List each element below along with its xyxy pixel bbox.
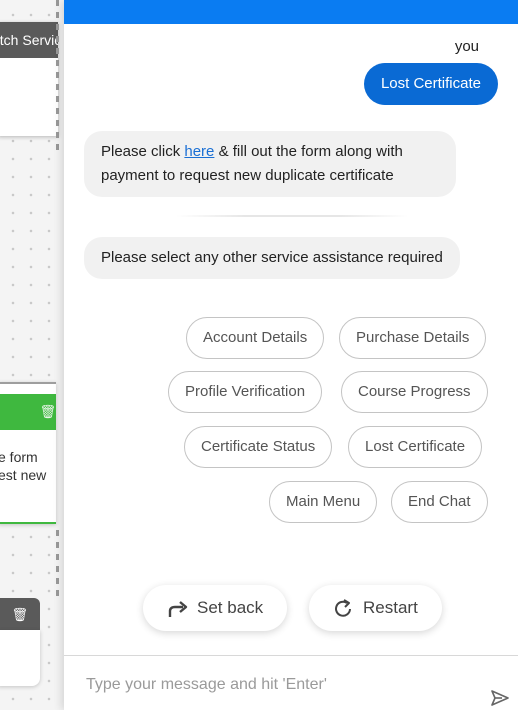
option-main-menu[interactable]: Main Menu: [269, 481, 378, 523]
canvas-connector: [56, 0, 59, 150]
bot-message-bubble: Please select any other service assistan…: [84, 237, 460, 279]
canvas-node-text: e form est new: [0, 430, 56, 484]
option-purchase-details[interactable]: Purchase Details: [339, 317, 487, 359]
canvas-node-title: atch Servic: [0, 22, 58, 58]
option-account-details[interactable]: Account Details: [186, 317, 325, 359]
canvas-node-text-line-1: e form: [0, 449, 38, 465]
here-link[interactable]: here: [184, 143, 214, 160]
bot-message-text: Please click: [101, 143, 185, 160]
option-course-progress[interactable]: Course Progress: [341, 371, 488, 413]
canvas-connector: [56, 530, 59, 600]
restart-label: Restart: [363, 598, 418, 617]
restart-button[interactable]: Restart: [309, 585, 442, 631]
trash-icon[interactable]: 🗑: [11, 607, 28, 623]
message-divider: [176, 215, 408, 217]
canvas-node-bottom[interactable]: 🗑: [0, 598, 40, 688]
trash-icon[interactable]: 🗑: [39, 404, 56, 420]
sender-label: you: [454, 38, 479, 55]
set-back-label: Set back: [197, 598, 264, 617]
chat-panel: you Lost Certificate Please click here &…: [64, 0, 518, 710]
canvas-node-header: 🗑: [0, 394, 56, 430]
user-message-bubble[interactable]: Lost Certificate: [363, 63, 498, 105]
canvas-node-body: [0, 630, 40, 686]
option-certificate-status[interactable]: Certificate Status: [184, 426, 333, 468]
message-input[interactable]: [86, 670, 466, 700]
bot-message-bubble: Please click here & fill out the form al…: [84, 131, 456, 197]
message-composer: [64, 655, 518, 710]
chat-header-bar: [64, 0, 518, 24]
canvas-node-middle[interactable]: 🗑 e form est new: [0, 382, 56, 524]
set-back-button[interactable]: Set back: [143, 585, 288, 631]
refresh-icon: [333, 598, 355, 619]
canvas-node-text-line-2: est new: [0, 467, 47, 483]
canvas-node-header: 🗑: [0, 598, 40, 632]
option-profile-verification[interactable]: Profile Verification: [168, 371, 323, 413]
share-arrow-icon: [167, 599, 189, 619]
send-icon[interactable]: [490, 688, 510, 708]
option-lost-certificate[interactable]: Lost Certificate: [348, 426, 483, 468]
canvas-node-top[interactable]: atch Servic: [0, 22, 58, 136]
option-end-chat[interactable]: End Chat: [391, 481, 488, 523]
